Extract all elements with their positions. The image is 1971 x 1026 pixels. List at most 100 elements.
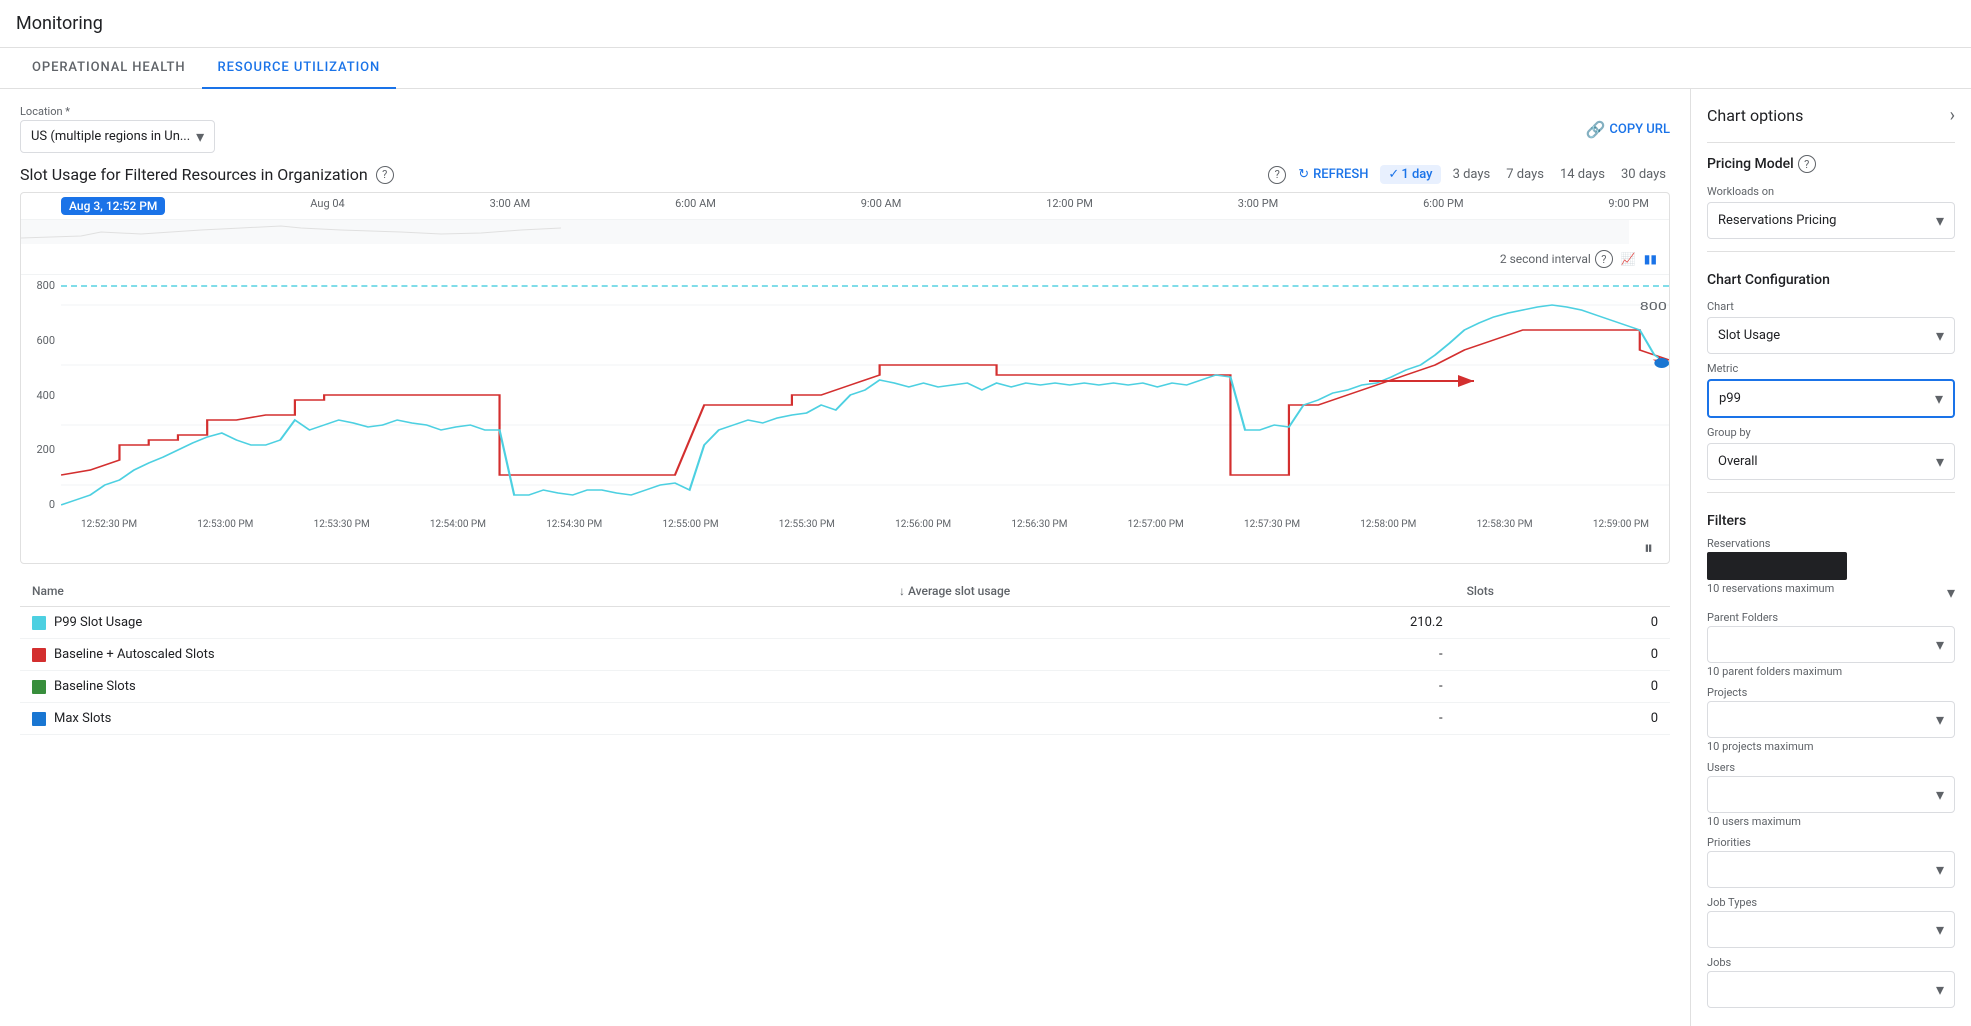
jobs-filter: Jobs ▾ — [1707, 956, 1955, 1008]
time-b-14: 12:59:00 PM — [1593, 519, 1649, 530]
pricing-model-select[interactable]: Reservations Pricing ▾ — [1707, 202, 1955, 239]
time-opt-3days[interactable]: 3 days — [1449, 165, 1495, 184]
cell-avg: 210.2 — [887, 607, 1455, 639]
cell-slots: 0 — [1455, 607, 1670, 639]
cell-avg: - — [887, 671, 1455, 703]
tab-operational-health[interactable]: OPERATIONAL HEALTH — [16, 48, 202, 89]
color-indicator — [32, 616, 46, 630]
tab-resource-utilization[interactable]: RESOURCE UTILIZATION — [202, 48, 397, 89]
location-label: Location * — [20, 105, 211, 118]
title-help-icon[interactable]: ? — [376, 166, 394, 184]
controls-help-icon[interactable]: ? — [1268, 166, 1286, 184]
parent-folders-select[interactable]: ▾ — [1707, 626, 1955, 663]
time-b-7: 12:55:30 PM — [779, 519, 835, 530]
table-row: Baseline + Autoscaled Slots - 0 — [20, 639, 1670, 671]
cell-name: P99 Slot Usage — [20, 607, 887, 639]
bar-chart-icon[interactable]: ▮▮ — [1644, 252, 1657, 266]
time-b-1: 12:52:30 PM — [81, 519, 137, 530]
color-indicator — [32, 712, 46, 726]
chevron-down-icon[interactable]: ▾ — [1947, 583, 1955, 602]
job-types-select[interactable]: ▾ — [1707, 911, 1955, 948]
tabs-bar: OPERATIONAL HEALTH RESOURCE UTILIZATION — [0, 48, 1971, 89]
interval-info: 2 second interval ? — [1500, 250, 1613, 268]
chevron-down-icon: ▾ — [1936, 452, 1944, 471]
col-avg[interactable]: ↓ Average slot usage — [887, 576, 1455, 607]
time-opt-7days[interactable]: 7 days — [1502, 165, 1548, 184]
time-opt-14days[interactable]: 14 days — [1556, 165, 1609, 184]
metric-label: Metric — [1707, 362, 1955, 375]
chart-header: Slot Usage for Filtered Resources in Org… — [20, 165, 1670, 184]
chevron-down-icon: ▾ — [1936, 785, 1944, 804]
group-by-select[interactable]: Overall ▾ — [1707, 443, 1955, 480]
table-row: Baseline Slots - 0 — [20, 671, 1670, 703]
group-by-value: Overall — [1718, 454, 1758, 469]
users-select[interactable]: ▾ — [1707, 776, 1955, 813]
time-opt-1day[interactable]: ✓ 1 day — [1380, 165, 1440, 184]
refresh-icon: ↻ — [1298, 167, 1309, 182]
time-b-3: 12:53:30 PM — [314, 519, 370, 530]
cell-slots: 0 — [1455, 639, 1670, 671]
time-b-11: 12:57:30 PM — [1244, 519, 1300, 530]
line-chart-icon[interactable]: 📈 — [1621, 252, 1636, 266]
refresh-button[interactable]: ↻ REFRESH — [1298, 167, 1368, 182]
chevron-down-icon: ▾ — [1936, 710, 1944, 729]
chart-top-bar: 2 second interval ? 📈 ▮▮ — [21, 244, 1669, 275]
color-indicator — [32, 680, 46, 694]
chevron-down-icon: ▾ — [1935, 389, 1943, 408]
group-by-label: Group by — [1707, 426, 1955, 439]
jobs-select[interactable]: ▾ — [1707, 971, 1955, 1008]
reservations-hint: 10 reservations maximum — [1707, 582, 1834, 595]
legend-row: ⏸ — [21, 534, 1669, 563]
cell-avg: - — [887, 703, 1455, 735]
time-b-4: 12:54:00 PM — [430, 519, 486, 530]
chevron-down-icon: ▾ — [196, 127, 204, 146]
projects-label: Projects — [1707, 686, 1955, 699]
chart-controls: ? ↻ REFRESH ✓ 1 day 3 days 7 days 14 day… — [1268, 165, 1670, 184]
reservations-value-bar — [1707, 552, 1847, 580]
time-top-5: 12:00 PM — [1046, 197, 1093, 215]
time-opt-30days[interactable]: 30 days — [1617, 165, 1670, 184]
interval-help-icon[interactable]: ? — [1595, 250, 1613, 268]
copy-url-button[interactable]: 🔗 COPY URL — [1585, 120, 1670, 139]
priorities-label: Priorities — [1707, 836, 1955, 849]
chart-title-text: Slot Usage for Filtered Resources in Org… — [20, 165, 368, 184]
time-b-13: 12:58:30 PM — [1477, 519, 1533, 530]
time-b-6: 12:55:00 PM — [662, 519, 718, 530]
time-options: ✓ 1 day 3 days 7 days 14 days 30 days — [1380, 165, 1670, 184]
table-row: Max Slots - 0 — [20, 703, 1670, 735]
time-top-3: 6:00 AM — [675, 197, 716, 215]
panel-title: Chart options › — [1707, 105, 1955, 126]
time-b-12: 12:58:00 PM — [1360, 519, 1416, 530]
time-top-1: Aug 04 — [310, 197, 344, 215]
checkmark-icon: ✓ — [1388, 167, 1399, 182]
projects-select[interactable]: ▾ — [1707, 701, 1955, 738]
metric-value: p99 — [1719, 391, 1741, 406]
pricing-model-help-icon[interactable]: ? — [1798, 155, 1816, 173]
projects-filter: Projects ▾ 10 projects maximum — [1707, 686, 1955, 753]
chart-configuration-section: Chart Configuration Chart Slot Usage ▾ M… — [1707, 272, 1955, 480]
chevron-down-icon: ▾ — [1936, 211, 1944, 230]
pricing-model-section: Pricing Model ? Workloads on Reservation… — [1707, 155, 1955, 239]
right-panel: Chart options › Pricing Model ? Workload… — [1691, 89, 1971, 1026]
chart-field-value: Slot Usage — [1718, 328, 1780, 343]
metric-select[interactable]: p99 ▾ — [1707, 379, 1955, 418]
divider-2 — [1707, 251, 1955, 252]
chart-field-select[interactable]: Slot Usage ▾ — [1707, 317, 1955, 354]
y-label-800: 800 — [36, 279, 55, 292]
location-select[interactable]: US (multiple regions in Un... ▾ — [20, 120, 215, 153]
close-panel-icon[interactable]: › — [1950, 105, 1955, 126]
content-area: Location * US (multiple regions in Un...… — [0, 89, 1691, 1026]
y-label-400: 400 — [36, 389, 55, 402]
cell-slots: 0 — [1455, 671, 1670, 703]
projects-hint: 10 projects maximum — [1707, 740, 1955, 753]
job-types-label: Job Types — [1707, 896, 1955, 909]
time-axis-bottom: 12:52:30 PM 12:53:00 PM 12:53:30 PM 12:5… — [21, 515, 1669, 534]
main-layout: Location * US (multiple regions in Un...… — [0, 89, 1971, 1026]
chevron-down-icon: ▾ — [1936, 980, 1944, 999]
interval-label: 2 second interval — [1500, 252, 1591, 266]
pause-icon[interactable]: ⏸ — [1644, 538, 1653, 559]
cell-slots: 0 — [1455, 703, 1670, 735]
col-slots: Slots — [1455, 576, 1670, 607]
priorities-select[interactable]: ▾ — [1707, 851, 1955, 888]
users-filter: Users ▾ 10 users maximum — [1707, 761, 1955, 828]
